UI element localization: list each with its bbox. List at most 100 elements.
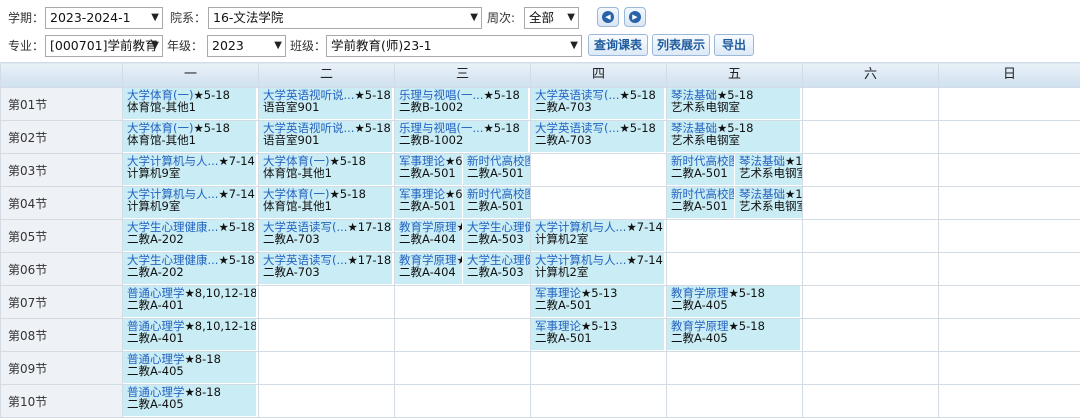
course-name-line[interactable]: 普通心理学★8-18 bbox=[127, 353, 256, 365]
course-name-line[interactable]: 大学英语读写(...★17-18 bbox=[263, 221, 392, 233]
course-name-link[interactable]: 大学英语视听说... bbox=[263, 122, 354, 134]
course-name-link[interactable]: 琴法基础 bbox=[739, 155, 785, 167]
dept-select[interactable]: 16-文法学院 ▼ bbox=[208, 7, 482, 29]
week-select[interactable]: 全部 ▼ bbox=[524, 7, 579, 29]
course-block[interactable]: 大学体育(一)★5-18 体育馆-其他1 bbox=[259, 187, 392, 218]
course-name-line[interactable]: 军事理论★6 bbox=[399, 188, 462, 200]
course-block[interactable]: 军事理论★5-13 二教A-501 bbox=[531, 286, 664, 317]
class-select[interactable]: 学前教育(师)23-1 ▼ bbox=[326, 35, 582, 57]
course-name-line[interactable]: 琴法基础★5-18 bbox=[671, 89, 800, 101]
course-name-line[interactable]: 琴法基础★1 bbox=[739, 188, 802, 200]
course-block[interactable]: 大学生心理健 二教A-503 bbox=[463, 253, 530, 284]
course-name-link[interactable]: 军事理论 bbox=[535, 287, 581, 299]
course-block[interactable]: 教育学原理★5-18 二教A-405 bbox=[667, 286, 800, 317]
course-name-link[interactable]: 大学计算机与人... bbox=[127, 188, 218, 200]
course-name-link[interactable]: 琴法基础 bbox=[739, 188, 785, 200]
course-name-link[interactable]: 教育学原理 bbox=[671, 287, 729, 299]
course-name-line[interactable]: 军事理论★5-13 bbox=[535, 287, 664, 299]
course-name-link[interactable]: 乐理与视唱(一... bbox=[399, 89, 483, 101]
course-name-line[interactable]: 新时代高校图 bbox=[467, 155, 530, 167]
course-name-line[interactable]: 大学计算机与人...★7-14 bbox=[535, 221, 664, 233]
course-name-line[interactable]: 普通心理学★8,10,12-18 bbox=[127, 320, 256, 332]
course-name-link[interactable]: 军事理论 bbox=[535, 320, 581, 332]
term-select[interactable]: 2023-2024-1 ▼ bbox=[45, 7, 163, 29]
course-name-line[interactable]: 琴法基础★5-18 bbox=[671, 122, 800, 134]
course-name-line[interactable]: 琴法基础★1 bbox=[739, 155, 802, 167]
course-block[interactable]: 大学生心理健康...★5-18 二教A-202 bbox=[123, 220, 256, 251]
course-block[interactable]: 琴法基础★5-18 艺术系电钢室 bbox=[667, 121, 800, 152]
course-block[interactable]: 军事理论★6 二教A-501 bbox=[395, 154, 463, 185]
course-name-line[interactable]: 大学计算机与人...★7-14 bbox=[127, 188, 256, 200]
course-block[interactable]: 大学计算机与人...★7-14 计算机2室 bbox=[531, 220, 664, 251]
course-name-line[interactable]: 大学英语视听说...★5-18 bbox=[263, 89, 392, 101]
course-block[interactable]: 大学计算机与人...★7-14 计算机2室 bbox=[531, 253, 664, 284]
course-name-link[interactable]: 大学体育(一) bbox=[127, 122, 193, 134]
course-block[interactable]: 琴法基础★1 艺术系电钢室 bbox=[735, 187, 802, 218]
course-name-link[interactable]: 大学体育(一) bbox=[127, 89, 193, 101]
course-name-line[interactable]: 大学计算机与人...★7-14 bbox=[127, 155, 256, 167]
course-name-link[interactable]: 大学生心理健康... bbox=[127, 221, 218, 233]
course-name-link[interactable]: 军事理论 bbox=[399, 155, 445, 167]
course-block[interactable]: 大学体育(一)★5-18 体育馆-其他1 bbox=[123, 88, 256, 119]
course-name-line[interactable]: 大学计算机与人...★7-14 bbox=[535, 254, 664, 266]
course-block[interactable]: 琴法基础★1 艺术系电钢室 bbox=[735, 154, 802, 185]
course-name-line[interactable]: 新时代高校图 bbox=[467, 188, 530, 200]
course-name-link[interactable]: 大学生心理健 bbox=[467, 221, 530, 233]
course-name-line[interactable]: 普通心理学★8-18 bbox=[127, 386, 256, 398]
course-name-link[interactable]: 军事理论 bbox=[399, 188, 445, 200]
course-block[interactable]: 琴法基础★5-18 艺术系电钢室 bbox=[667, 88, 800, 119]
course-name-line[interactable]: 大学英语读写(...★17-18 bbox=[263, 254, 392, 266]
course-name-link[interactable]: 大学生心理健康... bbox=[127, 254, 218, 266]
course-name-line[interactable]: 大学英语读写(...★5-18 bbox=[535, 89, 664, 101]
course-name-line[interactable]: 大学体育(一)★5-18 bbox=[127, 89, 256, 101]
course-name-link[interactable]: 大学体育(一) bbox=[263, 155, 329, 167]
course-block[interactable]: 大学体育(一)★5-18 体育馆-其他1 bbox=[123, 121, 256, 152]
course-name-link[interactable]: 大学英语视听说... bbox=[263, 89, 354, 101]
course-block[interactable]: 普通心理学★8-18 二教A-405 bbox=[123, 385, 256, 416]
course-name-line[interactable]: 教育学原理★5-18 bbox=[671, 320, 800, 332]
course-block[interactable]: 大学英语视听说...★5-18 语音室901 bbox=[259, 88, 392, 119]
course-name-link[interactable]: 大学英语读写(... bbox=[263, 254, 347, 266]
course-name-line[interactable]: 新时代高校图 bbox=[671, 188, 734, 200]
major-select[interactable]: [000701]学前教育 ▼ bbox=[45, 35, 163, 57]
course-name-line[interactable]: 军事理论★6 bbox=[399, 155, 462, 167]
course-name-line[interactable]: 大学体育(一)★5-18 bbox=[263, 155, 392, 167]
course-block[interactable]: 大学英语读写(...★5-18 二教A-703 bbox=[531, 88, 664, 119]
course-name-link[interactable]: 普通心理学 bbox=[127, 386, 185, 398]
course-block[interactable]: 新时代高校图 二教A-501 bbox=[667, 187, 735, 218]
course-block[interactable]: 大学英语读写(...★5-18 二教A-703 bbox=[531, 121, 664, 152]
course-block[interactable]: 大学生心理健 二教A-503 bbox=[463, 220, 530, 251]
course-block[interactable]: 乐理与视唱(一...★5-18 二教B-1002 bbox=[395, 88, 528, 119]
course-block[interactable]: 普通心理学★8,10,12-18 二教A-401 bbox=[123, 319, 256, 350]
course-name-line[interactable]: 乐理与视唱(一...★5-18 bbox=[399, 122, 528, 134]
course-name-line[interactable]: 乐理与视唱(一...★5-18 bbox=[399, 89, 528, 101]
course-name-link[interactable]: 大学英语读写(... bbox=[535, 89, 619, 101]
course-name-link[interactable]: 琴法基础 bbox=[671, 122, 717, 134]
course-block[interactable]: 军事理论★6 二教A-501 bbox=[395, 187, 463, 218]
course-name-link[interactable]: 普通心理学 bbox=[127, 287, 185, 299]
course-name-line[interactable]: 普通心理学★8,10,12-18 bbox=[127, 287, 256, 299]
course-name-line[interactable]: 军事理论★5-13 bbox=[535, 320, 664, 332]
course-name-line[interactable]: 新时代高校图 bbox=[671, 155, 734, 167]
course-name-link[interactable]: 新时代高校图 bbox=[467, 155, 530, 167]
course-name-line[interactable]: 大学体育(一)★5-18 bbox=[127, 122, 256, 134]
course-name-line[interactable]: 大学生心理健康...★5-18 bbox=[127, 221, 256, 233]
course-block[interactable]: 新时代高校图 二教A-501 bbox=[667, 154, 735, 185]
course-name-line[interactable]: 大学英语视听说...★5-18 bbox=[263, 122, 392, 134]
course-name-link[interactable]: 乐理与视唱(一... bbox=[399, 122, 483, 134]
course-block[interactable]: 乐理与视唱(一...★5-18 二教B-1002 bbox=[395, 121, 528, 152]
course-block[interactable]: 教育学原理★二教A-404 bbox=[395, 220, 463, 251]
course-block[interactable]: 军事理论★5-13 二教A-501 bbox=[531, 319, 664, 350]
course-name-link[interactable]: 大学计算机与人... bbox=[535, 254, 626, 266]
course-name-line[interactable]: 大学英语读写(...★5-18 bbox=[535, 122, 664, 134]
course-block[interactable]: 大学英语读写(...★17-18 二教A-703 bbox=[259, 253, 392, 284]
course-name-line[interactable]: 教育学原理★ bbox=[399, 254, 462, 266]
course-block[interactable]: 新时代高校图 二教A-501 bbox=[463, 154, 530, 185]
course-block[interactable]: 大学生心理健康...★5-18 二教A-202 bbox=[123, 253, 256, 284]
course-name-link[interactable]: 新时代高校图 bbox=[671, 188, 734, 200]
course-name-link[interactable]: 教育学原理 bbox=[399, 221, 457, 233]
course-name-line[interactable]: 大学生心理健 bbox=[467, 221, 530, 233]
course-block[interactable]: 大学英语视听说...★5-18 语音室901 bbox=[259, 121, 392, 152]
course-name-line[interactable]: 大学体育(一)★5-18 bbox=[263, 188, 392, 200]
course-name-line[interactable]: 大学生心理健 bbox=[467, 254, 530, 266]
